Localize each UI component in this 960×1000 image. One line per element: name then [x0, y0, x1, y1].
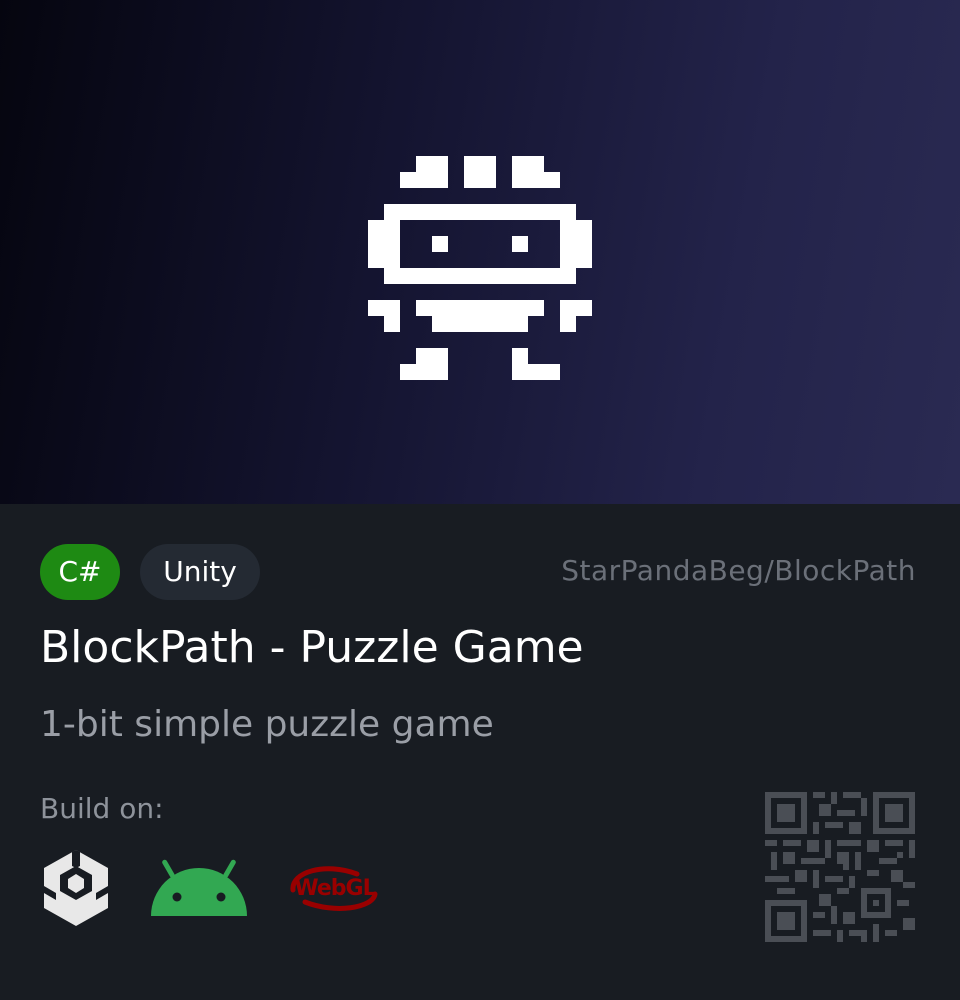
repo-card: C# Unity StarPandaBeg/BlockPath BlockPat… [0, 504, 960, 1000]
unity-icon [44, 850, 108, 926]
engine-tag[interactable]: Unity [140, 544, 260, 600]
page-subtitle: 1-bit simple puzzle game [40, 704, 494, 745]
repo-name[interactable]: StarPandaBeg/BlockPath [561, 554, 916, 587]
language-tag[interactable]: C# [40, 544, 120, 600]
qr-code-icon[interactable] [765, 792, 915, 942]
hero-banner [0, 0, 960, 504]
build-on-label: Build on: [40, 792, 164, 825]
android-icon [151, 859, 247, 916]
webgl-icon: WebGL [290, 866, 378, 911]
page-title: BlockPath - Puzzle Game [40, 622, 584, 673]
pixel-robot-icon [368, 156, 592, 380]
webgl-logo-text: WebGL [294, 876, 376, 901]
